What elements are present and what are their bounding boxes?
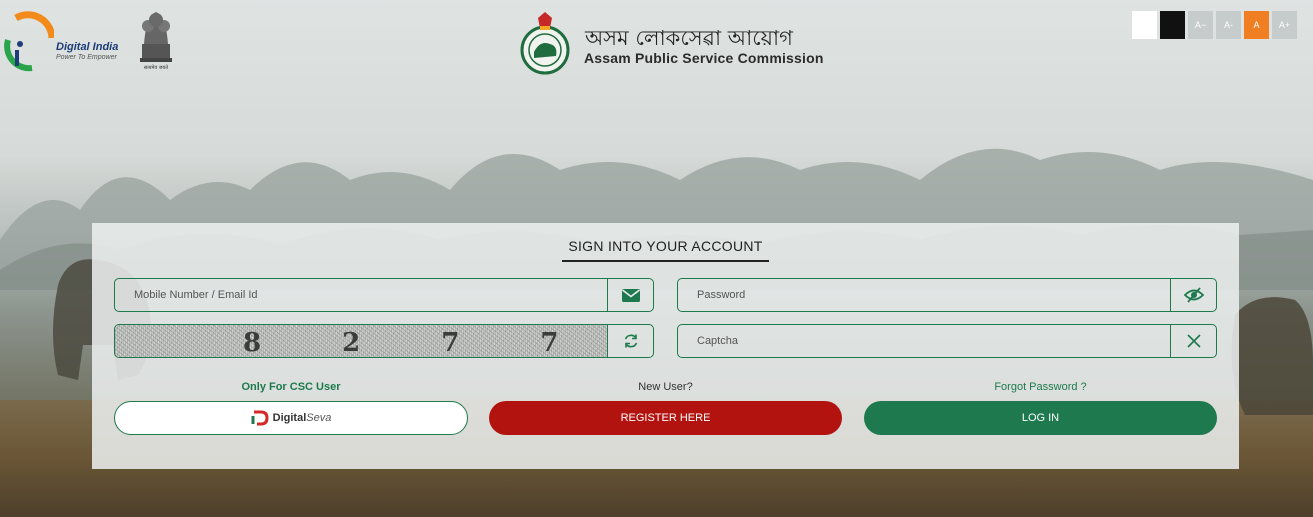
increase-font-button[interactable]: A+ — [1272, 11, 1297, 39]
decrease-font-button[interactable]: A− — [1188, 11, 1213, 39]
accessibility-toolbar: A− A- A A+ — [1132, 11, 1297, 39]
login-title: SIGN INTO YOUR ACCOUNT — [568, 238, 763, 254]
digital-seva-logo: DigitalSeva — [251, 410, 332, 426]
digital-seva-button[interactable]: DigitalSeva — [114, 401, 468, 435]
clear-captcha-button[interactable] — [1170, 325, 1216, 357]
captcha-field — [677, 324, 1217, 358]
refresh-icon — [624, 334, 637, 348]
white-theme-button[interactable] — [1132, 11, 1157, 39]
title-underline — [562, 260, 769, 262]
digital-seva-text: DigitalSeva — [272, 412, 332, 424]
default-font-button[interactable]: A — [1244, 11, 1269, 39]
digital-seva-icon — [251, 410, 269, 426]
captcha-text: 8 2 7 7 — [243, 328, 595, 357]
emblem-caption: सत्यमेव जयते — [143, 65, 169, 71]
login-button[interactable]: LOG IN — [864, 401, 1217, 435]
register-button[interactable]: REGISTER HERE — [489, 401, 842, 435]
eye-slash-icon — [1183, 287, 1204, 303]
toggle-password-button[interactable] — [1170, 279, 1216, 311]
normal-font-button[interactable]: A- — [1216, 11, 1241, 39]
black-theme-button[interactable] — [1160, 11, 1185, 39]
apsc-seal-icon — [520, 12, 570, 75]
captcha-image-field: 8 2 7 7 — [114, 324, 654, 358]
captcha-input[interactable] — [678, 325, 1170, 357]
digital-india-logo: Digital India Power To Empower — [0, 8, 125, 74]
close-icon — [1186, 334, 1201, 348]
mobile-email-field — [114, 278, 654, 312]
captcha-image: 8 2 7 7 — [115, 325, 607, 357]
mobile-email-input[interactable] — [115, 279, 607, 311]
envelope-addon — [607, 279, 653, 311]
commission-name-english: Assam Public Service Commission — [584, 50, 824, 66]
password-input[interactable] — [678, 279, 1170, 311]
envelope-icon — [621, 288, 640, 302]
forgot-password-link[interactable]: Forgot Password ? — [864, 381, 1217, 393]
login-card: SIGN INTO YOUR ACCOUNT 8 2 7 7 — [92, 223, 1239, 469]
new-user-label: New User? — [638, 381, 693, 393]
csc-user-label: Only For CSC User — [241, 381, 341, 393]
refresh-captcha-button[interactable] — [607, 325, 653, 357]
digital-india-title: Digital India — [56, 41, 119, 53]
digital-india-mark-icon — [4, 11, 54, 72]
digital-india-tagline: Power To Empower — [56, 54, 117, 61]
password-field — [677, 278, 1217, 312]
